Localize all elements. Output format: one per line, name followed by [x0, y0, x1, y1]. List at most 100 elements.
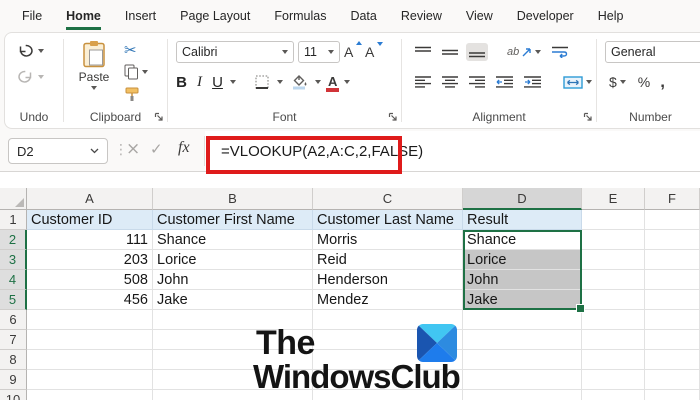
enter-icon[interactable]: ✓	[150, 140, 163, 158]
column-header-F[interactable]: F	[645, 188, 700, 210]
cell-D5[interactable]: Jake	[463, 290, 582, 310]
cut-button[interactable]: ✂	[122, 39, 150, 61]
font-name-combo[interactable]: Calibri	[176, 41, 294, 63]
tab-data[interactable]: Data	[350, 9, 376, 30]
cell-C1[interactable]: Customer Last Name	[313, 210, 463, 230]
tab-view[interactable]: View	[466, 9, 493, 30]
bold-button[interactable]: B	[176, 74, 187, 91]
row-header-7[interactable]: 7	[0, 330, 27, 350]
cell-F4[interactable]	[645, 270, 700, 290]
cell-C3[interactable]: Reid	[313, 250, 463, 270]
column-header-D[interactable]: D	[463, 188, 582, 210]
format-painter-button[interactable]	[122, 83, 150, 105]
copy-button[interactable]	[122, 61, 150, 83]
underline-button[interactable]: U	[212, 74, 223, 91]
cell-A7[interactable]	[27, 330, 153, 350]
bottom-align-button[interactable]	[466, 43, 488, 61]
undo-button[interactable]	[17, 43, 44, 58]
cell-A2[interactable]: 111	[27, 230, 153, 250]
cell-A1[interactable]: Customer ID	[27, 210, 153, 230]
row-header-10[interactable]: 10	[0, 390, 27, 400]
column-header-A[interactable]: A	[27, 188, 153, 210]
increase-font-size-button[interactable]: A	[344, 41, 362, 60]
dialog-launcher-icon[interactable]	[388, 112, 398, 122]
cell-D1[interactable]: Result	[463, 210, 582, 230]
cell-F8[interactable]	[645, 350, 700, 370]
wrap-text-button[interactable]	[549, 43, 571, 61]
cell-B1[interactable]: Customer First Name	[153, 210, 313, 230]
cell-D2[interactable]: Shance	[463, 230, 582, 250]
cell-B2[interactable]: Shance	[153, 230, 313, 250]
cell-F1[interactable]	[645, 210, 700, 230]
cell-A5[interactable]: 456	[27, 290, 153, 310]
cell-D4[interactable]: John	[463, 270, 582, 290]
tab-insert[interactable]: Insert	[125, 9, 156, 30]
number-format-combo[interactable]: General	[605, 41, 700, 63]
row-header-4[interactable]: 4	[0, 270, 27, 290]
tab-home[interactable]: Home	[66, 9, 101, 30]
tab-formulas[interactable]: Formulas	[274, 9, 326, 30]
cell-B4[interactable]: John	[153, 270, 313, 290]
font-color-button[interactable]: A	[326, 75, 340, 92]
font-size-combo[interactable]: 11	[298, 41, 340, 63]
cell-E2[interactable]	[582, 230, 645, 250]
redo-button[interactable]	[17, 69, 44, 84]
cell-F3[interactable]	[645, 250, 700, 270]
cell-B5[interactable]: Jake	[153, 290, 313, 310]
cell-E3[interactable]	[582, 250, 645, 270]
cell-A3[interactable]: 203	[27, 250, 153, 270]
cell-F7[interactable]	[645, 330, 700, 350]
cancel-icon[interactable]: ×	[126, 139, 140, 159]
comma-style-button[interactable]: ,	[660, 72, 665, 92]
decrease-font-size-button[interactable]: A	[365, 42, 383, 60]
align-left-button[interactable]	[412, 73, 434, 91]
row-header-6[interactable]: 6	[0, 310, 27, 330]
dialog-launcher-icon[interactable]	[154, 112, 164, 122]
cell-D3[interactable]: Lorice	[463, 250, 582, 270]
increase-indent-button[interactable]	[521, 73, 544, 91]
cell-E5[interactable]	[582, 290, 645, 310]
row-header-3[interactable]: 3	[0, 250, 27, 270]
paste-button[interactable]: Paste	[72, 40, 116, 90]
row-header-1[interactable]: 1	[0, 210, 27, 230]
merge-center-button[interactable]	[560, 73, 595, 92]
cell-E1[interactable]	[582, 210, 645, 230]
cell-E8[interactable]	[582, 350, 645, 370]
chevron-down-icon[interactable]	[315, 80, 321, 84]
percent-style-button[interactable]: %	[638, 74, 650, 90]
tab-developer[interactable]: Developer	[517, 9, 574, 30]
chevron-down-icon[interactable]	[230, 80, 236, 84]
accounting-format-button[interactable]: $	[607, 71, 628, 93]
column-header-B[interactable]: B	[153, 188, 313, 210]
tab-help[interactable]: Help	[598, 9, 624, 30]
cell-F10[interactable]	[645, 390, 700, 400]
name-box[interactable]: D2	[8, 138, 108, 164]
row-header-9[interactable]: 9	[0, 370, 27, 390]
cell-E10[interactable]	[582, 390, 645, 400]
insert-function-icon[interactable]: fx	[178, 139, 190, 157]
cell-A4[interactable]: 508	[27, 270, 153, 290]
formula-input[interactable]: =VLOOKUP(A2,A:C,2,FALSE)	[205, 131, 700, 171]
decrease-indent-button[interactable]	[493, 73, 516, 91]
cell-E4[interactable]	[582, 270, 645, 290]
orientation-button[interactable]: ab	[504, 43, 544, 61]
cell-C4[interactable]: Henderson	[313, 270, 463, 290]
cell-A8[interactable]	[27, 350, 153, 370]
tab-review[interactable]: Review	[401, 9, 442, 30]
cell-E6[interactable]	[582, 310, 645, 330]
cell-C5[interactable]: Mendez	[313, 290, 463, 310]
cell-F6[interactable]	[645, 310, 700, 330]
fill-color-icon[interactable]	[290, 74, 308, 90]
column-header-E[interactable]: E	[582, 188, 645, 210]
align-center-button[interactable]	[439, 73, 461, 91]
align-right-button[interactable]	[466, 73, 488, 91]
cell-C2[interactable]: Morris	[313, 230, 463, 250]
chevron-down-icon[interactable]	[344, 80, 351, 84]
middle-align-button[interactable]	[439, 43, 461, 61]
column-header-C[interactable]: C	[313, 188, 463, 210]
cell-B3[interactable]: Lorice	[153, 250, 313, 270]
cell-E7[interactable]	[582, 330, 645, 350]
row-header-5[interactable]: 5	[0, 290, 27, 310]
cell-F9[interactable]	[645, 370, 700, 390]
cell-F2[interactable]	[645, 230, 700, 250]
